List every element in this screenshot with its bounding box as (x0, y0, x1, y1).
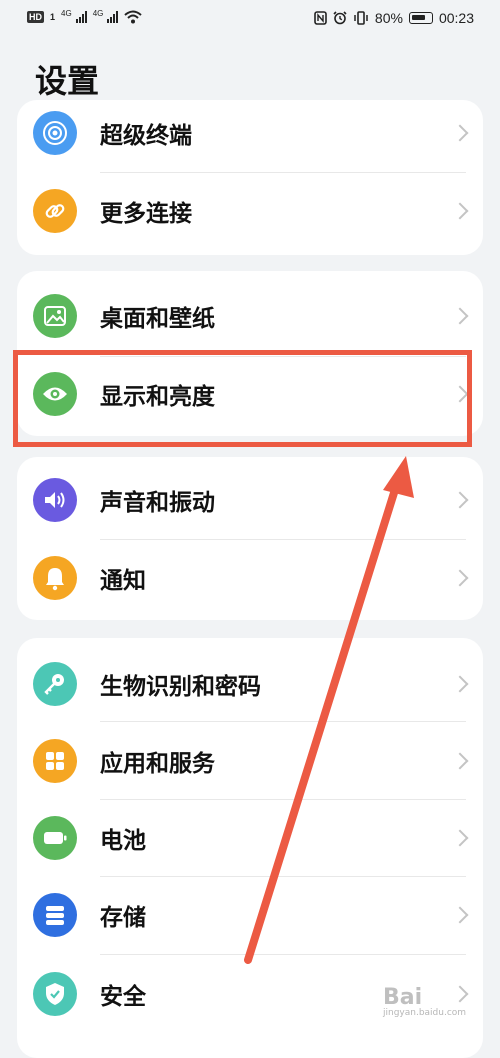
wallpaper-icon (33, 294, 77, 338)
settings-item-notifications[interactable]: 通知 (17, 539, 483, 617)
shield-icon (33, 972, 77, 1016)
battery-setting-icon (33, 816, 77, 860)
status-right: 80% 00:23 (314, 10, 474, 26)
settings-item-label: 声音和振动 (100, 490, 215, 516)
storage-icon (33, 893, 77, 937)
settings-group-sound: 声音和振动 通知 (17, 457, 483, 620)
settings-item-label: 电池 (100, 828, 146, 854)
sim1-label: 1 (50, 12, 56, 22)
settings-item-label: 桌面和壁纸 (100, 306, 215, 332)
settings-item-sound[interactable]: 声音和振动 (17, 461, 483, 539)
settings-item-label: 存储 (100, 905, 146, 931)
network-type-2: 4G (92, 8, 104, 18)
link-icon (33, 189, 77, 233)
network-type-1: 4G (61, 8, 72, 18)
watermark-text: Bai (383, 985, 423, 1010)
chevron-right-icon (451, 906, 469, 924)
nfc-icon (314, 11, 327, 25)
settings-item-label: 通知 (100, 568, 146, 594)
hd-badge: HD (27, 11, 44, 23)
chevron-right-icon (451, 569, 469, 587)
bell-icon (33, 556, 77, 600)
chevron-right-icon (451, 307, 469, 325)
chevron-right-icon (451, 124, 469, 142)
chevron-right-icon (451, 491, 469, 509)
watermark-subtext: jingyan.baidu.com (383, 1008, 467, 1018)
battery-icon (408, 12, 433, 24)
vibrate-icon (354, 11, 368, 25)
settings-item-label: 应用和服务 (100, 751, 215, 777)
apps-icon (33, 739, 77, 783)
alarm-icon (333, 11, 347, 25)
settings-group-connectivity: 超级终端 更多连接 (17, 100, 483, 255)
signal-icon-2 (107, 11, 119, 23)
status-bar: HD 1 4G 4G 80% 00:23 (0, 0, 500, 38)
status-left: HD 1 4G 4G (27, 8, 143, 24)
watermark: Bai jingyan.baidu.com (383, 985, 466, 1018)
chevron-right-icon (451, 675, 469, 693)
annotation-highlight-box (13, 350, 472, 447)
signal-icon (75, 11, 87, 23)
settings-item-battery[interactable]: 电池 (17, 799, 483, 877)
chevron-right-icon (451, 829, 469, 847)
chevron-right-icon (451, 202, 469, 220)
settings-item-storage[interactable]: 存储 (17, 876, 483, 954)
settings-item-apps-services[interactable]: 应用和服务 (17, 722, 483, 800)
super-device-icon (33, 111, 77, 155)
settings-item-super-device[interactable]: 超级终端 (17, 94, 483, 172)
settings-item-label: 超级终端 (100, 123, 192, 149)
settings-item-label: 安全 (100, 984, 146, 1010)
settings-item-wallpaper[interactable]: 桌面和壁纸 (17, 277, 483, 355)
settings-item-biometrics[interactable]: 生物识别和密码 (17, 645, 483, 723)
settings-item-more-connections[interactable]: 更多连接 (17, 172, 483, 250)
key-icon (33, 662, 77, 706)
chevron-right-icon (451, 752, 469, 770)
settings-item-label: 生物识别和密码 (100, 674, 261, 700)
settings-item-label: 更多连接 (100, 201, 192, 227)
wifi-icon (124, 10, 143, 24)
battery-percent: 80% (374, 10, 403, 26)
clock: 00:23 (438, 10, 474, 26)
sound-icon (33, 478, 77, 522)
